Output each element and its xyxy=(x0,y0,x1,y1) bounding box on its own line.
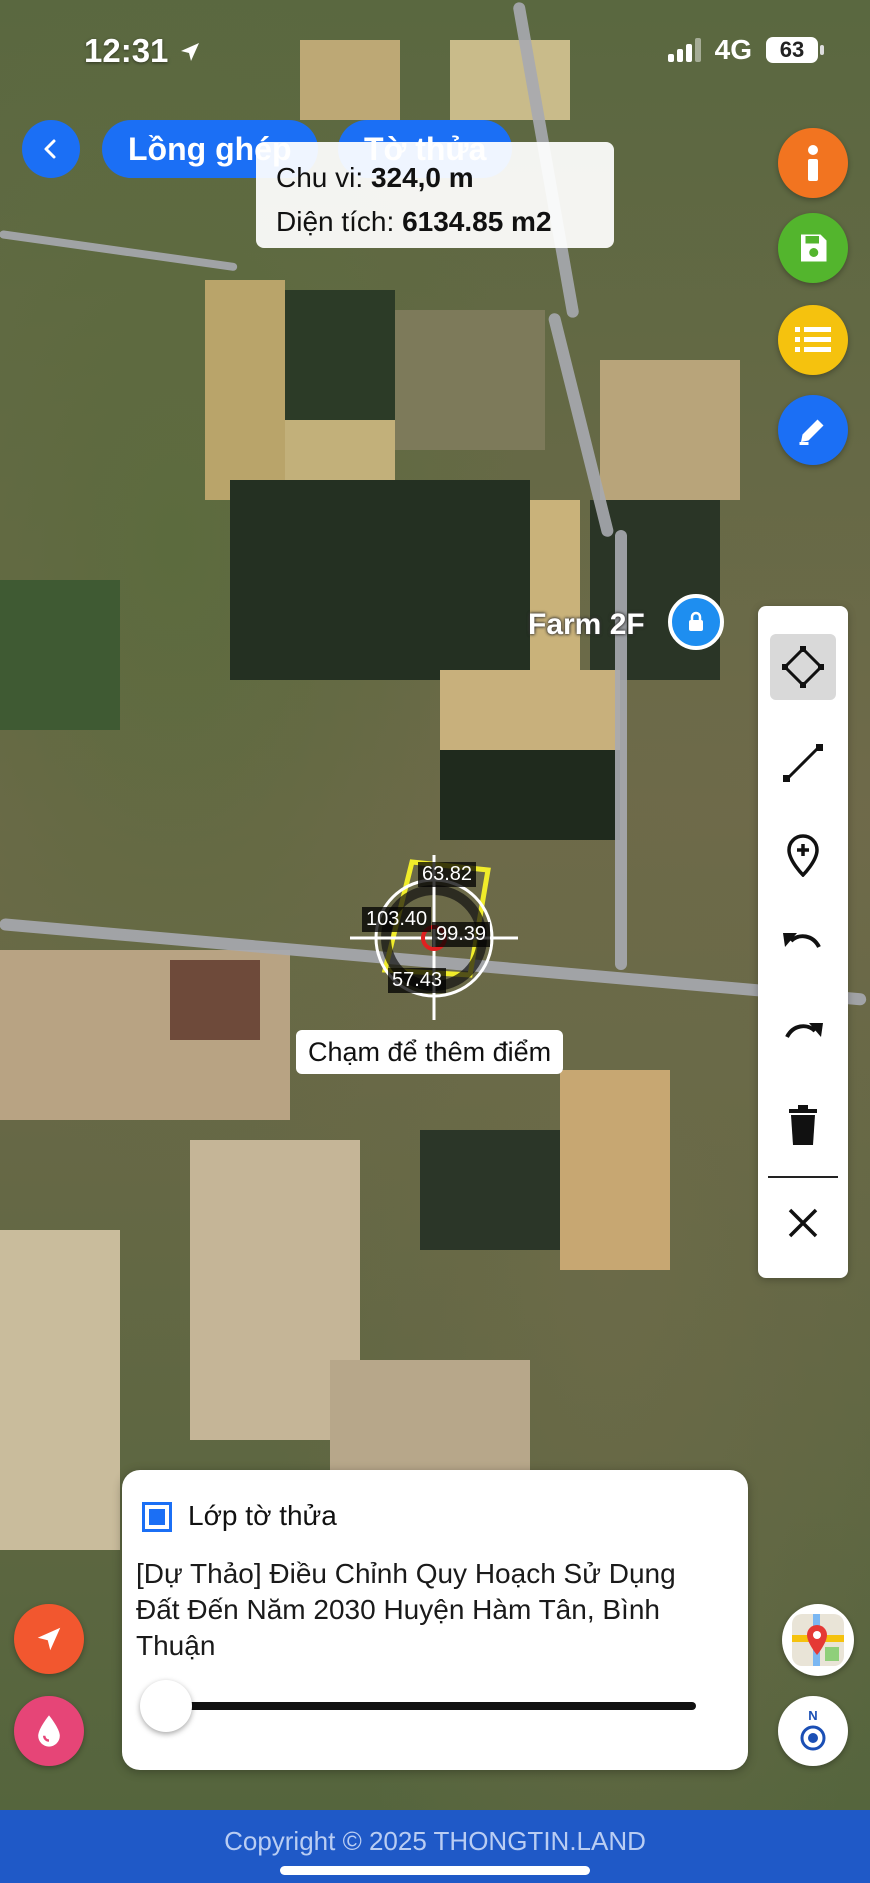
home-indicator[interactable] xyxy=(280,1866,590,1875)
drop-button[interactable] xyxy=(14,1696,84,1766)
segment-label-right: 99.39 xyxy=(432,922,491,947)
tap-hint: Chạm để thêm điểm xyxy=(296,1030,564,1074)
chevron-left-icon xyxy=(44,139,56,159)
close-tool[interactable] xyxy=(770,1190,836,1256)
compass-button[interactable]: N xyxy=(778,1696,848,1766)
layer-title: Lớp tờ thửa xyxy=(188,1500,337,1531)
line-tool[interactable] xyxy=(770,730,836,796)
add-point-icon xyxy=(787,834,819,877)
measurement-card: Chu vi: 324,0 m Diện tích: 6134.85 m2 xyxy=(256,142,614,248)
water-drop-icon xyxy=(38,1715,60,1747)
compass-icon: N xyxy=(798,1709,828,1753)
list-button[interactable] xyxy=(778,305,848,375)
redo-icon xyxy=(785,1023,823,1039)
close-icon xyxy=(788,1208,818,1238)
tool-divider xyxy=(768,1176,838,1178)
list-icon xyxy=(795,327,831,352)
segment-label-top: 63.82 xyxy=(418,862,477,887)
lock-icon xyxy=(689,611,703,631)
signal-icon xyxy=(667,38,701,62)
map-icon xyxy=(792,1614,844,1666)
layer-checkbox[interactable] xyxy=(142,1502,172,1532)
status-indicators: 4G 63 xyxy=(667,34,824,66)
redo-tool[interactable] xyxy=(770,1002,836,1068)
add-point-tool[interactable] xyxy=(770,822,836,888)
layer-card: Lớp tờ thửa [Dự Thảo] Điều Chỉnh Quy Hoạ… xyxy=(122,1470,748,1770)
edit-icon xyxy=(799,419,824,445)
location-arrow-icon xyxy=(180,43,199,61)
copyright-text: Copyright © 2025 THONGTIN.LAND xyxy=(224,1826,646,1856)
undo-tool[interactable] xyxy=(770,912,836,978)
draw-tool-panel xyxy=(758,606,848,1278)
delete-tool[interactable] xyxy=(770,1092,836,1158)
line-icon xyxy=(783,744,823,782)
my-location-button[interactable] xyxy=(14,1604,84,1674)
area-row: Diện tích: 6134.85 m2 xyxy=(276,206,552,237)
footer: Copyright © 2025 THONGTIN.LAND xyxy=(0,1810,870,1883)
save-icon xyxy=(801,234,827,262)
polygon-icon xyxy=(782,646,824,688)
battery-icon: 63 xyxy=(766,37,824,63)
poi-pin[interactable] xyxy=(668,594,724,650)
info-icon xyxy=(808,145,818,181)
compass-north-label: N xyxy=(808,1708,818,1723)
perimeter-row: Chu vi: 324,0 m xyxy=(276,162,474,193)
navigation-arrow-icon xyxy=(37,1627,61,1651)
layer-description: [Dự Thảo] Điều Chỉnh Quy Hoạch Sử Dụng Đ… xyxy=(136,1558,676,1661)
status-time: 12:31 xyxy=(84,32,202,70)
network-type: 4G xyxy=(714,34,752,65)
polygon-tool[interactable] xyxy=(770,634,836,700)
save-button[interactable] xyxy=(778,213,848,283)
opacity-slider-track[interactable] xyxy=(166,1702,696,1710)
segment-label-bottom: 57.43 xyxy=(388,968,447,993)
edit-button[interactable] xyxy=(778,395,848,465)
segment-label-left: 103.40 xyxy=(362,907,432,932)
map-type-button[interactable] xyxy=(782,1604,854,1676)
opacity-slider-thumb[interactable] xyxy=(140,1680,192,1732)
poi-label[interactable]: Farm 2F xyxy=(528,608,645,642)
back-button[interactable] xyxy=(22,120,80,178)
info-button[interactable] xyxy=(778,128,848,198)
trash-icon xyxy=(789,1105,817,1145)
undo-icon xyxy=(783,933,821,949)
